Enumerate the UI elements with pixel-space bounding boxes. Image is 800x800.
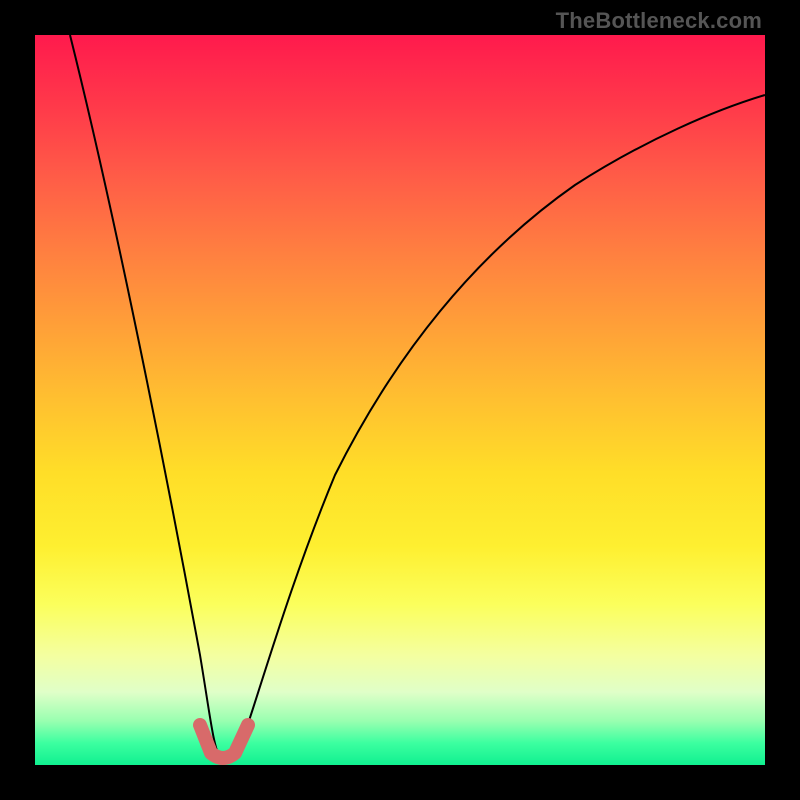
chart-frame: TheBottleneck.com <box>0 0 800 800</box>
plot-area <box>35 35 765 765</box>
curve-layer <box>35 35 765 765</box>
watermark-text: TheBottleneck.com <box>556 8 762 34</box>
valley-accent <box>200 725 248 758</box>
bottleneck-curve <box>70 35 765 761</box>
